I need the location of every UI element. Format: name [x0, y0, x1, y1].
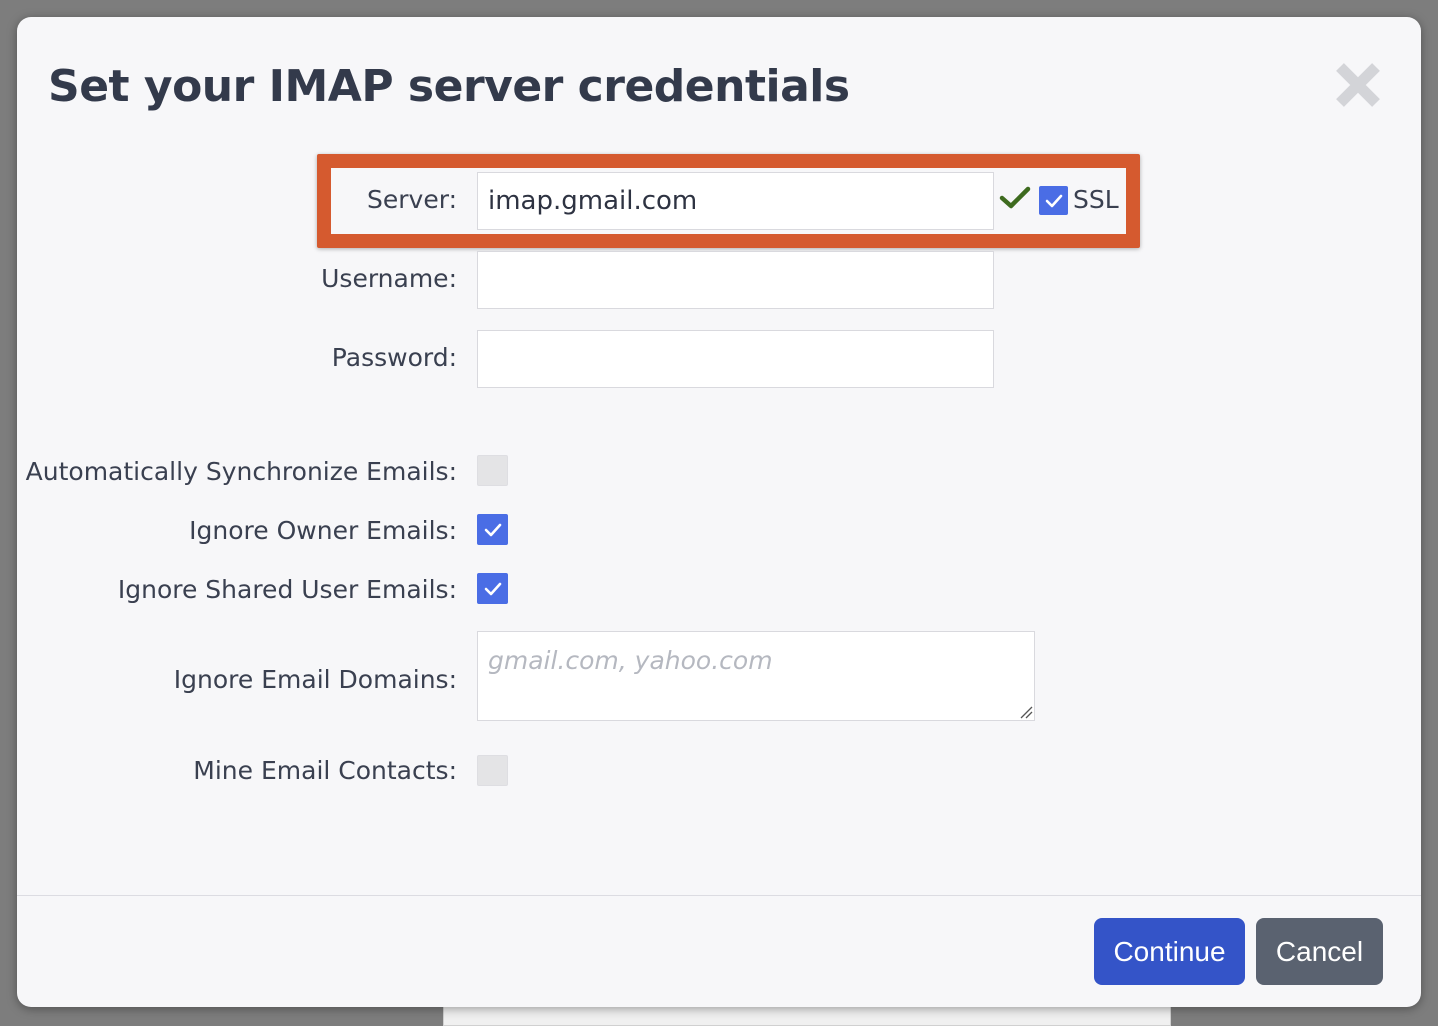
continue-button[interactable]: Continue — [1094, 918, 1245, 985]
mine-contacts-label: Mine Email Contacts: — [193, 756, 457, 785]
checkmark-icon — [484, 523, 501, 536]
ignore-owner-label: Ignore Owner Emails: — [189, 516, 457, 545]
close-icon — [1336, 63, 1380, 107]
ignore-domains-textarea[interactable] — [477, 631, 1035, 721]
cancel-button[interactable]: Cancel — [1256, 918, 1383, 985]
close-button[interactable] — [1333, 61, 1383, 109]
username-label: Username: — [321, 264, 457, 293]
ignore-owner-checkbox[interactable] — [477, 514, 508, 545]
username-input[interactable] — [477, 251, 994, 309]
auto-sync-label: Automatically Synchronize Emails: — [25, 457, 457, 486]
server-input[interactable] — [477, 172, 994, 230]
dialog-title: Set your IMAP server credentials — [48, 61, 850, 112]
mine-contacts-checkbox[interactable] — [477, 755, 508, 786]
server-label: Server: — [367, 185, 457, 214]
ssl-label: SSL — [1073, 185, 1119, 214]
imap-credentials-dialog: Set your IMAP server credentials Server:… — [17, 17, 1421, 1007]
valid-checkmark-icon — [999, 186, 1031, 209]
resize-handle-icon[interactable] — [1017, 703, 1033, 719]
checkmark-icon — [484, 582, 501, 595]
footer-divider — [17, 895, 1421, 896]
checkmark-icon — [1045, 194, 1062, 207]
password-label: Password: — [331, 343, 457, 372]
ignore-shared-label: Ignore Shared User Emails: — [117, 575, 457, 604]
auto-sync-checkbox[interactable] — [477, 455, 508, 486]
password-input[interactable] — [477, 330, 994, 388]
ssl-checkbox[interactable] — [1039, 186, 1068, 215]
ignore-domains-label: Ignore Email Domains: — [173, 665, 457, 694]
ignore-shared-checkbox[interactable] — [477, 573, 508, 604]
